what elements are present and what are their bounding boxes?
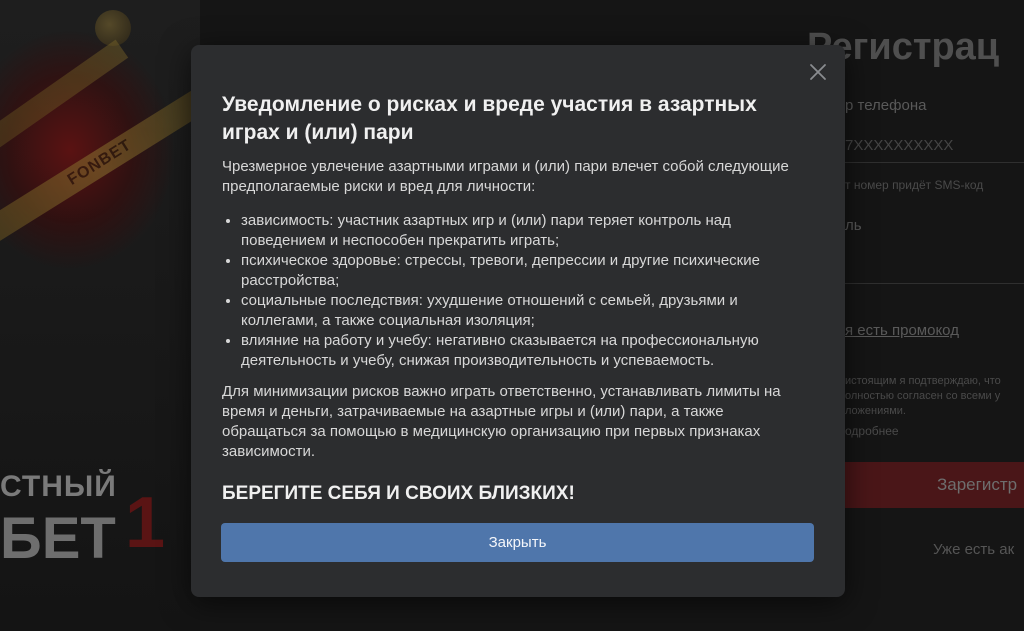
- consent-line-3: ложениями.: [845, 405, 906, 417]
- close-icon[interactable]: [808, 62, 828, 82]
- list-item: влияние на работу и учебу: негативно ска…: [241, 331, 816, 371]
- more-link[interactable]: одробнее: [845, 424, 899, 439]
- close-button[interactable]: Закрыть: [221, 523, 814, 562]
- promo-text-line1: СТНЫЙ: [0, 470, 117, 503]
- password-label: ль: [845, 217, 862, 234]
- promo-number: 1: [125, 483, 166, 563]
- intro-paragraph: Чрезмерное увлечение азартными играми и …: [222, 158, 789, 195]
- register-button[interactable]: Зарегистр: [845, 462, 1024, 508]
- consent-line-1: истоящим я подтверждаю, что: [845, 375, 1001, 387]
- phone-underline: [845, 162, 1024, 163]
- sms-hint: т номер придёт SMS-код: [845, 178, 984, 192]
- consent-line-2: олностью согласен со всеми у: [845, 390, 1001, 402]
- care-heading: БЕРЕГИТЕ СЕБЯ И СВОИХ БЛИЗКИХ!: [222, 483, 575, 504]
- list-item: зависимость: участник азартных игр и (ил…: [241, 211, 816, 251]
- list-item: психическое здоровье: стрессы, тревоги, …: [241, 251, 816, 291]
- registration-panel: Регистрац р телефона 7XXXXXXXXXX т номер…: [807, 0, 1024, 631]
- risks-list: зависимость: участник азартных игр и (ил…: [222, 211, 816, 371]
- login-link[interactable]: Уже есть ак: [933, 541, 1014, 558]
- phone-input[interactable]: 7XXXXXXXXXX: [845, 137, 953, 154]
- list-item: социальные последствия: ухудшение отноше…: [241, 291, 816, 331]
- brand-ribbon-text: FONBET: [64, 136, 135, 189]
- promo-text-line2: БЕТ: [0, 506, 116, 571]
- recommendation-paragraph: Для минимизации рисков важно играть отве…: [222, 383, 781, 460]
- risk-warning-modal: Уведомление о рисках и вреде участия в а…: [191, 45, 845, 597]
- password-underline: [845, 283, 1024, 284]
- phone-label: р телефона: [845, 97, 927, 114]
- promo-code-link[interactable]: я есть промокод: [845, 322, 959, 339]
- modal-title: Уведомление о рисках и вреде участия в а…: [222, 93, 757, 144]
